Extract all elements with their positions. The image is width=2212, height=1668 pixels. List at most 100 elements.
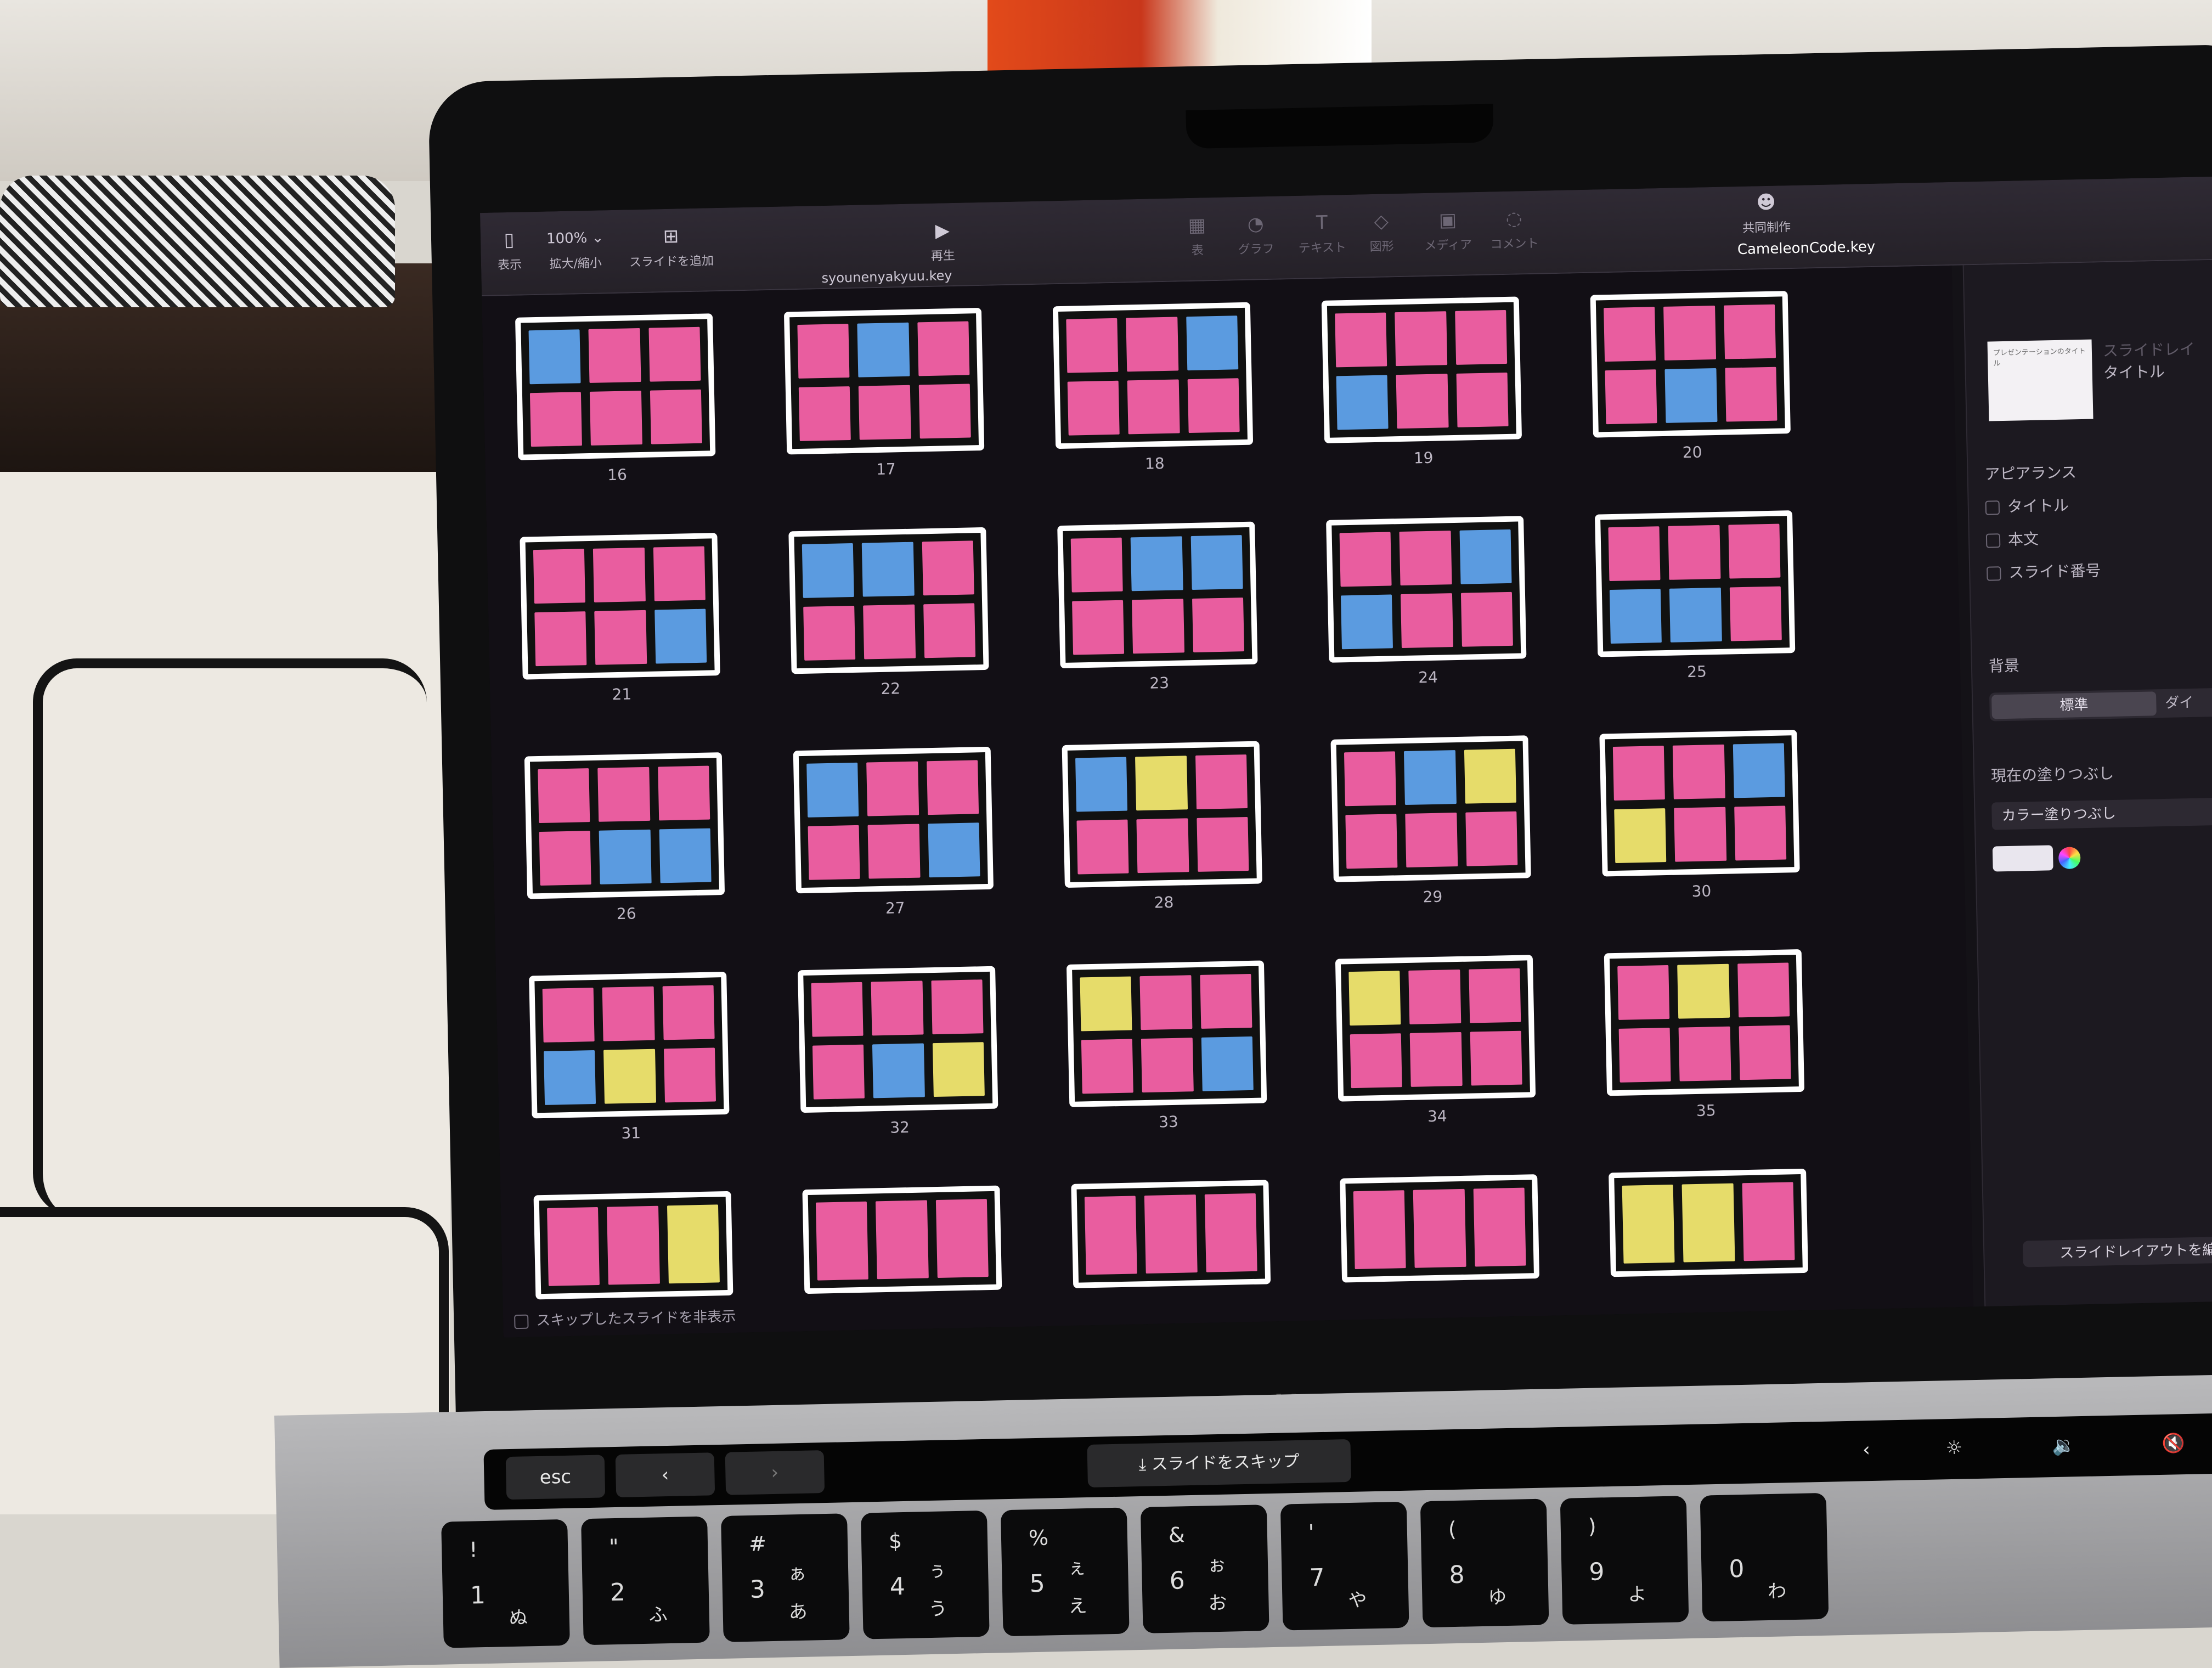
key-legend: $ <box>888 1529 902 1553</box>
play-button[interactable]: ▶ 再生 <box>930 219 956 264</box>
slide-cell <box>798 386 851 441</box>
slide-thumbnail[interactable] <box>802 1185 1013 1294</box>
key-3[interactable]: #3 ぁあ <box>721 1513 850 1642</box>
key-1[interactable]: ! 1 ぬ <box>441 1519 570 1648</box>
slide-thumbnail[interactable]: 26 <box>524 752 736 925</box>
slide-cell <box>1126 317 1178 372</box>
layout-header: スライドレイ <box>2102 340 2196 360</box>
color-wheel-icon[interactable] <box>2058 847 2081 870</box>
slide-thumbnail[interactable]: 19 <box>1321 296 1533 469</box>
slide-cell <box>1663 305 1716 360</box>
hide-skipped-toggle[interactable]: スキップしたスライドを非表示 <box>514 1305 736 1330</box>
key-0[interactable]: 0わ <box>1700 1492 1829 1622</box>
mute-icon[interactable]: 🔇 <box>2129 1421 2212 1466</box>
skip-slide-button[interactable]: ⤓ スライドをスキップ <box>1087 1439 1351 1487</box>
slide-thumbnail[interactable]: 34 <box>1335 955 1547 1128</box>
checkbox[interactable] <box>1987 566 2001 581</box>
slide-thumbnail[interactable]: 18 <box>1052 302 1265 475</box>
slide-cell <box>1459 529 1512 584</box>
slide-thumbnail[interactable]: 20 <box>1590 291 1802 464</box>
slide-thumbnail[interactable] <box>1340 1174 1550 1283</box>
slide-thumbnail[interactable]: 30 <box>1599 730 1811 903</box>
slide-preview <box>798 966 998 1113</box>
checkbox[interactable] <box>514 1314 529 1329</box>
slide-thumbnail[interactable]: 31 <box>529 971 741 1145</box>
view-button[interactable]: ▯ 表示 <box>497 229 522 273</box>
option-title[interactable]: タイトル <box>1985 494 2069 517</box>
chart-button[interactable]: ◔ グラフ <box>1237 213 1274 257</box>
edit-slide-layout-button[interactable]: スライドレイアウトを編 <box>2022 1236 2212 1267</box>
option-body[interactable]: 本文 <box>1985 527 2039 550</box>
comment-icon: ◌ <box>1505 207 1522 230</box>
slide-thumbnail[interactable]: 23 <box>1057 521 1269 694</box>
slide-thumbnail[interactable]: 17 <box>783 307 996 481</box>
fill-type-select[interactable]: カラー塗りつぶし <box>1991 797 2212 830</box>
checkbox[interactable] <box>1985 533 2001 548</box>
slide-cell <box>1348 971 1401 1026</box>
key-6[interactable]: & 6 ぉお <box>1140 1504 1269 1633</box>
slide-thumbnail[interactable]: 16 <box>515 313 727 486</box>
collapse-icon[interactable]: ‹ <box>1844 1428 1889 1472</box>
slide-cell <box>547 1207 600 1286</box>
esc-key[interactable]: esc <box>505 1455 606 1500</box>
slide-cell <box>1668 525 1721 580</box>
laptop-lid: ▯ 表示 100% ⌄ 拡大/縮小 ⊞ スライドを追加 ▶ 再生 ▦ 表 ◔ グ… <box>428 44 2212 1454</box>
option-slide-number[interactable]: スライド番号 <box>1987 559 2101 583</box>
key-4[interactable]: $4 ぅう <box>860 1510 990 1639</box>
slide-cell <box>871 980 924 1036</box>
add-slide-button[interactable]: ⊞ スライドを追加 <box>629 224 714 270</box>
key-7[interactable]: ' 7 や <box>1280 1501 1409 1631</box>
zoom-label: 拡大/縮小 <box>549 256 602 272</box>
text-button[interactable]: T テキスト <box>1297 211 1346 256</box>
segment-dynamic[interactable]: ダイ <box>2165 691 2194 715</box>
key-5[interactable]: % 5 ぇえ <box>1000 1507 1130 1637</box>
comment-button[interactable]: ◌ コメント <box>1489 207 1539 252</box>
slide-cell <box>1144 1194 1198 1274</box>
media-button[interactable]: ▣ メディア <box>1424 208 1472 253</box>
table-button[interactable]: ▦ 表 <box>1188 214 1206 258</box>
back-arrow-icon[interactable]: ‹ <box>615 1452 715 1497</box>
chevron-down-icon: ⌄ <box>591 229 604 246</box>
key-9[interactable]: ) 9 よ <box>1560 1496 1689 1625</box>
slide-thumbnail[interactable]: 35 <box>1604 949 1816 1122</box>
slide-thumbnail[interactable]: 22 <box>788 527 1000 700</box>
slide-thumbnail[interactable] <box>1071 1180 1282 1288</box>
zoom-menu[interactable]: 100% ⌄ 拡大/縮小 <box>546 227 605 272</box>
volume-icon[interactable]: 🔉 <box>2019 1423 2108 1468</box>
segment-standard[interactable]: 標準 <box>1991 691 2157 719</box>
key-2[interactable]: " 2 ふ <box>581 1516 710 1646</box>
slide-cell <box>1614 808 1667 863</box>
slide-cell <box>1725 367 1778 422</box>
slide-cell <box>1456 372 1509 427</box>
slide-thumbnail[interactable]: 25 <box>1594 510 1807 683</box>
slide-cell <box>1608 526 1661 582</box>
key-legend: よ <box>1627 1583 1647 1606</box>
checkbox[interactable] <box>1985 500 2000 515</box>
layout-thumbnail[interactable]: プレゼンテーションのタイトル <box>1987 339 2094 421</box>
slide-thumbnail[interactable]: 21 <box>520 533 731 706</box>
slide-preview <box>793 746 994 894</box>
slide-thumbnail[interactable]: 29 <box>1330 735 1542 908</box>
slide-cell <box>1204 1193 1257 1272</box>
skip-slide-label: スライドをスキップ <box>1151 1451 1300 1474</box>
slide-thumbnail[interactable] <box>1609 1168 1819 1277</box>
slide-cell <box>1401 593 1453 649</box>
brightness-icon[interactable]: ☼ <box>1910 1425 1999 1470</box>
slide-thumbnail[interactable]: 24 <box>1326 516 1538 689</box>
shape-button[interactable]: ◇ 図形 <box>1369 210 1394 255</box>
camera-notch <box>1186 104 1494 149</box>
forward-arrow-icon[interactable]: › <box>725 1450 825 1495</box>
slide-thumbnail[interactable]: 28 <box>1062 741 1274 914</box>
slide-thumbnail[interactable]: 27 <box>793 746 1005 919</box>
slide-thumbnail[interactable] <box>533 1191 744 1300</box>
slide-number: 32 <box>889 1118 910 1137</box>
collaborate-button[interactable]: ☻ 共同制作 <box>1742 191 1791 236</box>
key-8[interactable]: (8 ゆ <box>1420 1498 1549 1628</box>
slide-cell <box>1067 380 1120 436</box>
slide-cell <box>1413 1188 1466 1268</box>
color-swatch[interactable] <box>1992 845 2053 872</box>
key-legend: 9 <box>1588 1558 1605 1586</box>
slide-cell <box>863 604 916 660</box>
slide-thumbnail[interactable]: 32 <box>798 966 1009 1139</box>
slide-thumbnail[interactable]: 33 <box>1066 960 1278 1133</box>
